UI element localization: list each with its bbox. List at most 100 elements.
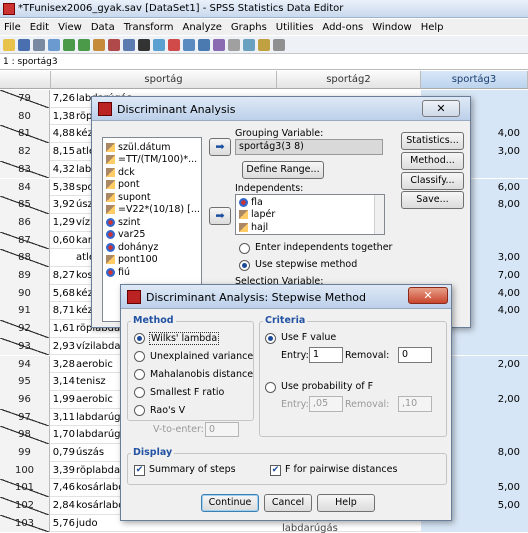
v-to-enter-field[interactable]: 0 bbox=[205, 422, 239, 437]
prob-removal-field[interactable]: ,10 bbox=[398, 396, 432, 412]
row-number[interactable]: 97 bbox=[0, 408, 50, 427]
mahalanobis-distance-radio[interactable] bbox=[134, 369, 145, 380]
statistics-button[interactable]: Statistics... bbox=[401, 132, 464, 150]
close-button[interactable]: ✕ bbox=[422, 100, 460, 117]
column-header-sportag[interactable]: sportág bbox=[51, 71, 277, 89]
insert-cases-icon[interactable] bbox=[153, 38, 165, 51]
grouping-variable-field[interactable]: sportág3(3 8) bbox=[235, 139, 383, 155]
sportag-code-cell[interactable]: 1,29 bbox=[51, 214, 75, 231]
method-button[interactable]: Method... bbox=[401, 152, 464, 170]
row-number[interactable]: 82 bbox=[0, 143, 50, 161]
sportag-code-cell[interactable]: 1,61 bbox=[51, 320, 75, 337]
row-number[interactable]: 101 bbox=[0, 479, 50, 498]
sportag-code-cell[interactable]: 3,92 bbox=[51, 196, 75, 213]
use-f-value-radio[interactable] bbox=[265, 333, 276, 344]
row-number[interactable]: 85 bbox=[0, 196, 50, 214]
use-sets-icon[interactable] bbox=[243, 38, 255, 51]
dialog-recall-icon[interactable] bbox=[48, 38, 60, 51]
sportag-code-cell[interactable]: 0,60 bbox=[51, 232, 75, 249]
sportag-code-cell[interactable]: 8,15 bbox=[51, 143, 75, 160]
sportag-code-cell[interactable]: 8,27 bbox=[51, 267, 75, 284]
row-number[interactable]: 87 bbox=[0, 231, 50, 250]
menu-window[interactable]: Window bbox=[372, 22, 411, 33]
menu-file[interactable]: File bbox=[4, 22, 21, 33]
row-number[interactable]: 81 bbox=[0, 125, 50, 144]
sportag-code-cell[interactable]: 1,99 bbox=[51, 391, 75, 408]
close-button[interactable]: ✕ bbox=[408, 287, 448, 304]
sportag-code-cell[interactable]: 1,70 bbox=[51, 426, 75, 443]
list-item[interactable]: supont bbox=[103, 191, 201, 204]
value-labels-icon[interactable] bbox=[228, 38, 240, 51]
row-number[interactable]: 90 bbox=[0, 284, 50, 303]
row-number[interactable]: 93 bbox=[0, 337, 50, 356]
use-stepwise-radio[interactable] bbox=[239, 260, 250, 271]
sportag-code-cell[interactable]: 5,76 bbox=[51, 515, 75, 532]
sportag-code-cell[interactable]: 7,46 bbox=[51, 479, 75, 496]
list-item[interactable]: pont100 bbox=[103, 254, 201, 267]
list-item[interactable]: dck bbox=[103, 166, 201, 179]
sportag-code-cell[interactable]: 4,88 bbox=[51, 125, 75, 142]
list-item[interactable]: dohányz bbox=[103, 241, 201, 254]
save-icon[interactable] bbox=[18, 38, 30, 51]
sportag-code-cell[interactable]: 3,28 bbox=[51, 356, 75, 373]
row-number[interactable]: 86 bbox=[0, 213, 50, 232]
list-item[interactable]: fiú bbox=[103, 266, 201, 279]
prob-entry-field[interactable]: ,05 bbox=[309, 396, 343, 412]
cancel-button[interactable]: Cancel bbox=[264, 494, 312, 512]
sportag-code-cell[interactable]: 5,38 bbox=[51, 179, 75, 196]
row-number[interactable]: 80 bbox=[0, 107, 50, 126]
column-header-sportag2[interactable]: sportág2 bbox=[277, 71, 421, 89]
sportag-code-cell[interactable]: 7,26 bbox=[51, 90, 75, 107]
sportag-code-cell[interactable]: 1,38 bbox=[51, 108, 75, 125]
menu-data[interactable]: Data bbox=[91, 22, 115, 33]
list-item[interactable]: fla bbox=[236, 196, 384, 209]
menu-view[interactable]: View bbox=[58, 22, 82, 33]
row-number[interactable]: 88 bbox=[0, 249, 50, 267]
f-pairwise-checkbox[interactable]: ✔ bbox=[270, 465, 281, 476]
row-number[interactable]: 79 bbox=[0, 90, 50, 108]
list-item[interactable]: =TT/(TM/100)*... bbox=[103, 154, 201, 167]
undo-icon[interactable] bbox=[63, 38, 75, 51]
row-number[interactable]: 100 bbox=[0, 461, 50, 480]
help-button[interactable]: Help bbox=[317, 494, 375, 512]
list-item[interactable]: var25 bbox=[103, 229, 201, 242]
sportag-code-cell[interactable]: 2,93 bbox=[51, 338, 75, 355]
insert-variable-icon[interactable] bbox=[168, 38, 180, 51]
row-number[interactable]: 103 bbox=[0, 514, 50, 533]
independents-listbox[interactable]: fla lapér hajl bbox=[235, 194, 385, 235]
sportag2-cell[interactable]: labdarúgás bbox=[282, 523, 338, 533]
row-number[interactable]: 99 bbox=[0, 444, 50, 462]
save-button[interactable]: Save... bbox=[401, 191, 464, 209]
select-cases-icon[interactable] bbox=[213, 38, 225, 51]
summary-of-steps-checkbox[interactable]: ✔ bbox=[134, 465, 145, 476]
removal-field[interactable]: 0 bbox=[398, 347, 432, 363]
move-to-grouping-button[interactable]: ➡ bbox=[209, 138, 231, 156]
sportag-code-cell[interactable]: 0,79 bbox=[51, 444, 75, 461]
sportag-code-cell[interactable]: 8,71 bbox=[51, 302, 75, 319]
sportag-code-cell[interactable]: 2,84 bbox=[51, 497, 75, 514]
open-icon[interactable] bbox=[3, 38, 15, 51]
show-all-icon[interactable] bbox=[258, 38, 270, 51]
list-item[interactable]: szül.dátum bbox=[103, 141, 201, 154]
use-probability-f-radio[interactable] bbox=[265, 382, 276, 393]
wilks-lambda-radio[interactable] bbox=[134, 333, 145, 344]
row-number[interactable]: 89 bbox=[0, 267, 50, 285]
sportag-code-cell[interactable]: 3,11 bbox=[51, 409, 75, 426]
print-icon[interactable] bbox=[33, 38, 45, 51]
row-number[interactable]: 96 bbox=[0, 390, 50, 409]
row-number[interactable]: 102 bbox=[0, 497, 50, 515]
enter-together-radio[interactable] bbox=[239, 243, 250, 254]
split-file-icon[interactable] bbox=[183, 38, 195, 51]
goto-variable-icon[interactable] bbox=[108, 38, 120, 51]
menu-transform[interactable]: Transform bbox=[124, 22, 174, 33]
goto-case-icon[interactable] bbox=[93, 38, 105, 51]
menu-graphs[interactable]: Graphs bbox=[231, 22, 267, 33]
menu-edit[interactable]: Edit bbox=[30, 22, 49, 33]
variables-icon[interactable] bbox=[123, 38, 135, 51]
list-item[interactable]: =V22*(10/18) [... bbox=[103, 204, 201, 217]
entry-field[interactable]: 1 bbox=[309, 347, 343, 363]
row-number[interactable]: 92 bbox=[0, 320, 50, 338]
row-number[interactable]: 91 bbox=[0, 302, 50, 321]
list-item[interactable]: lapér bbox=[236, 209, 384, 222]
classify-button[interactable]: Classify... bbox=[401, 172, 464, 190]
